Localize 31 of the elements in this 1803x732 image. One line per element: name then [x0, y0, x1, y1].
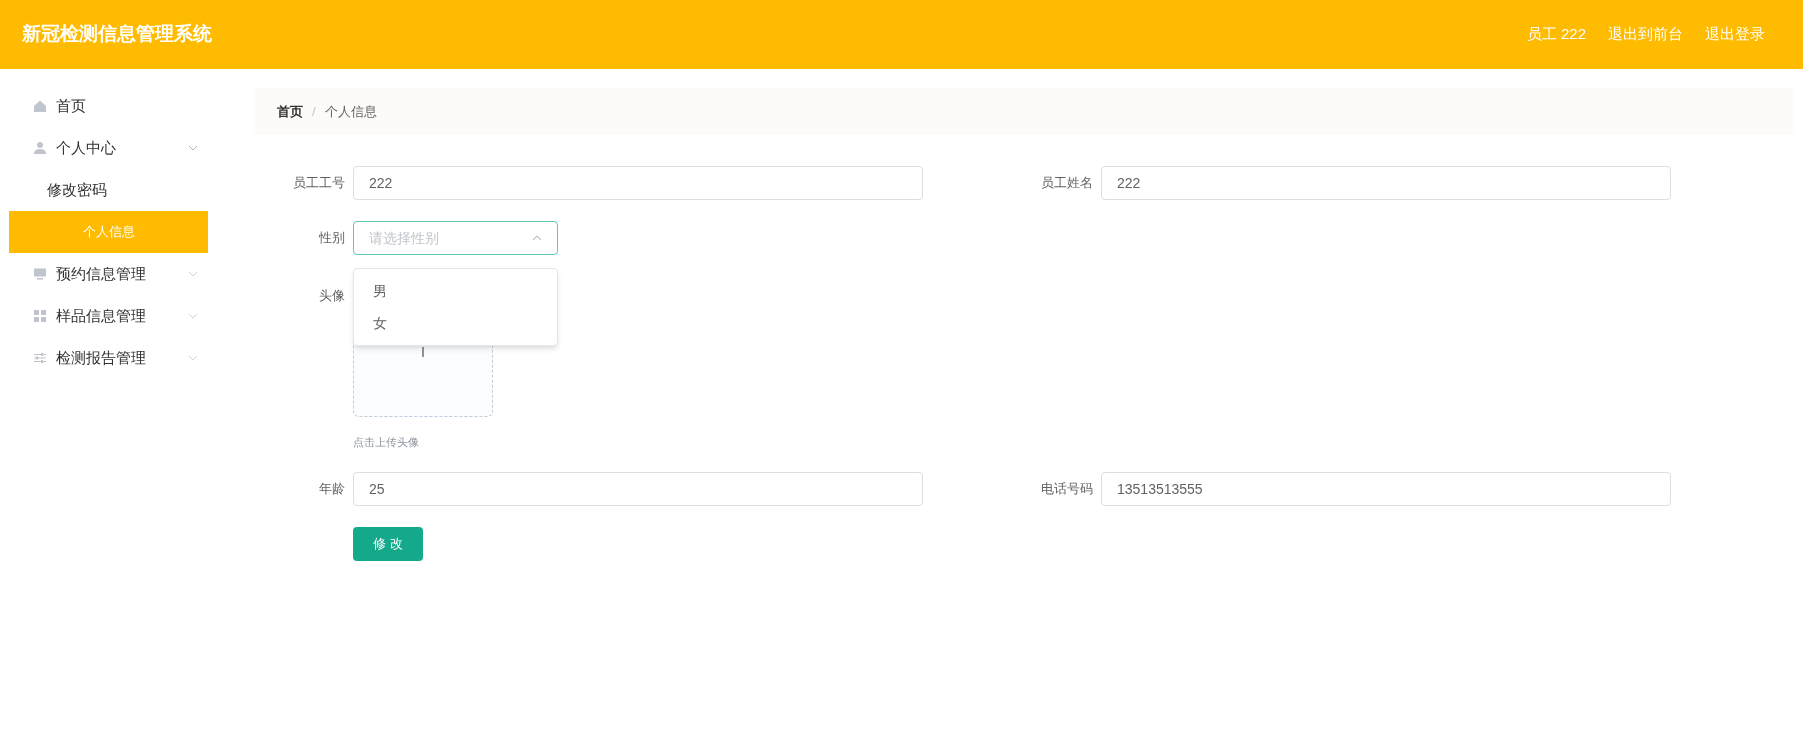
vertical-line-icon: [422, 347, 424, 357]
submenu-item[interactable]: 修改密码: [0, 169, 208, 211]
dropdown-option[interactable]: 女: [354, 307, 557, 339]
field-label: 员工工号: [292, 174, 346, 193]
home-icon: [33, 99, 47, 113]
field-label: 员工姓名: [1040, 174, 1094, 193]
field-label: 年龄: [318, 479, 346, 498]
input-field[interactable]: 222: [1101, 166, 1671, 200]
breadcrumb-separator: /: [312, 102, 316, 121]
sidebar-item[interactable]: 样品信息管理: [0, 295, 208, 337]
user-icon: [33, 141, 47, 155]
upload-hint: 点击上传头像: [353, 435, 420, 450]
breadcrumb-item: 个人信息: [324, 102, 377, 121]
sidebar-item[interactable]: 首页: [0, 85, 208, 127]
field-label: 电话号码: [1040, 479, 1094, 498]
dropdown-option[interactable]: 男: [354, 275, 557, 307]
user-label: 员工 222: [1526, 24, 1586, 45]
grid-icon: [33, 309, 47, 323]
chevron-up-icon: [532, 235, 542, 241]
input-field[interactable]: 25: [353, 471, 923, 506]
input-field[interactable]: 222: [353, 166, 923, 200]
sidebar-item[interactable]: 个人中心: [0, 127, 208, 169]
breadcrumb-item[interactable]: 首页: [277, 101, 303, 122]
sliders-icon: [33, 351, 47, 365]
monitor-icon: [33, 267, 47, 281]
field-label: 性别: [318, 229, 346, 248]
sidebar-item[interactable]: 预约信息管理: [0, 253, 208, 295]
input-field[interactable]: 13513513555: [1101, 471, 1671, 506]
app-title: 新冠检测信息管理系统: [22, 22, 212, 47]
sidebar-item[interactable]: 检测报告管理: [0, 337, 208, 379]
field-label: 头像: [318, 287, 346, 305]
